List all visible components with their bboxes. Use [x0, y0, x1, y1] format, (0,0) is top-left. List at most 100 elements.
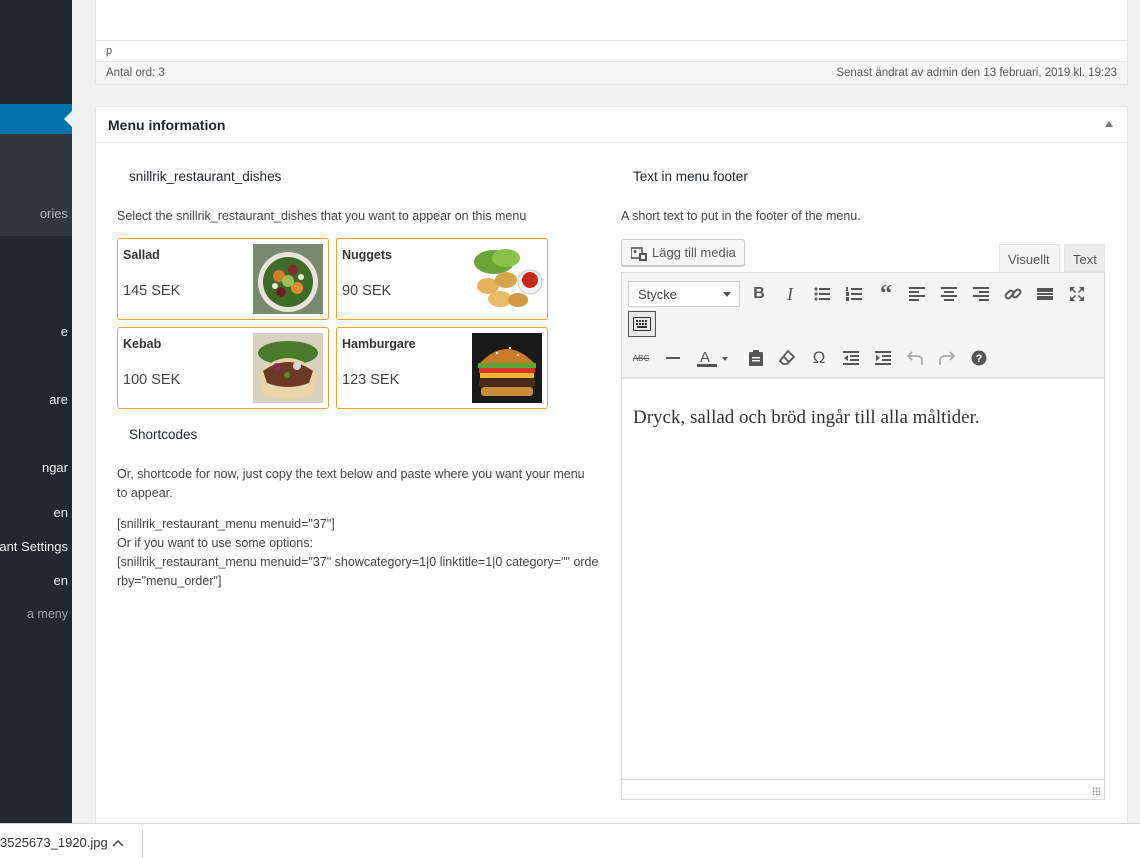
align-right-icon: [973, 287, 989, 301]
numbered-list-button[interactable]: [840, 280, 868, 308]
sidebar-item-4[interactable]: en: [54, 505, 68, 520]
chevron-down-icon: [723, 292, 731, 297]
strikethrough-button[interactable]: ABC: [627, 344, 655, 372]
read-more-button[interactable]: [1031, 280, 1059, 308]
chevron-up-icon[interactable]: [112, 835, 124, 850]
tab-text[interactable]: Text: [1064, 244, 1105, 272]
redo-icon: [939, 351, 955, 365]
shortcode-options-label: Or if you want to use some options:: [117, 536, 313, 550]
nuggets-image: [472, 244, 542, 314]
sidebar-item-2[interactable]: are: [49, 392, 68, 407]
undo-icon: [907, 351, 923, 365]
horizontal-line-button[interactable]: [659, 344, 687, 372]
text-color-icon: A: [697, 349, 728, 367]
editor-statusbar: [621, 780, 1105, 800]
salad-image: [253, 244, 323, 314]
editor-status-bar: Antal ord: 3 Senast ändrat av admin den …: [95, 61, 1128, 85]
quote-icon: “: [880, 280, 892, 307]
sidebar-item-6[interactable]: en: [54, 573, 68, 588]
editor-paragraph[interactable]: Dryck, sallad och bröd ingår till alla m…: [633, 407, 1093, 429]
indent-button[interactable]: [869, 344, 897, 372]
dish-name: Nuggets: [342, 248, 392, 262]
dish-name: Sallad: [123, 248, 160, 262]
add-media-button[interactable]: Lägg till media: [621, 239, 745, 266]
align-center-icon: [941, 287, 957, 301]
collapse-toggle-icon[interactable]: [1105, 121, 1113, 127]
format-select-value: Stycke: [638, 287, 678, 302]
media-icon: [630, 246, 647, 264]
redo-button[interactable]: [933, 344, 961, 372]
sidebar-item-1[interactable]: e: [61, 324, 68, 339]
bold-icon: B: [753, 285, 765, 302]
editor-path[interactable]: p: [106, 45, 112, 57]
indent-icon: [875, 351, 891, 365]
footer-text-editor[interactable]: Dryck, sallad och bröd ingår till alla m…: [621, 378, 1105, 780]
sidebar-item-restaurant-settings[interactable]: ant Settings: [0, 539, 68, 554]
resize-handle-icon[interactable]: [1092, 787, 1100, 795]
dish-name: Hamburgare: [342, 337, 416, 351]
add-media-label: Lägg till media: [652, 245, 736, 260]
dish-price: 145 SEK: [123, 283, 181, 299]
bullet-list-icon: [814, 287, 830, 301]
collapse-menu-link[interactable]: a meny: [27, 607, 68, 621]
kebab-image: [253, 333, 323, 403]
outdent-button[interactable]: [837, 344, 865, 372]
keyboard-icon: [633, 317, 651, 331]
undo-button[interactable]: [901, 344, 929, 372]
numbered-list-icon: [846, 287, 862, 301]
shortcodes-description: Or, shortcode for now, just copy the tex…: [117, 467, 585, 500]
dish-card-sallad[interactable]: Sallad 145 SEK: [117, 238, 329, 320]
dish-name: Kebab: [123, 337, 162, 351]
paste-as-text-button[interactable]: [742, 344, 770, 372]
text-color-button[interactable]: A: [691, 344, 735, 372]
editor-path-bar: p: [95, 40, 1128, 61]
shortcode-block: [snillrik_restaurant_menu menuid="37"] O…: [117, 515, 599, 591]
sidebar-item-3[interactable]: ngar: [42, 460, 68, 475]
dish-card-hamburgare[interactable]: Hamburgare 123 SEK: [336, 327, 548, 409]
help-icon: ?: [971, 350, 987, 366]
divider: [142, 830, 143, 858]
dish-card-nuggets[interactable]: Nuggets 90 SEK: [336, 238, 548, 320]
main-editor-content[interactable]: [95, 0, 1128, 40]
blockquote-button[interactable]: “: [872, 280, 900, 308]
italic-icon: I: [787, 283, 793, 304]
help-button[interactable]: ?: [965, 344, 993, 372]
clipboard-icon: [749, 350, 763, 366]
dish-price: 100 SEK: [123, 372, 181, 388]
fullscreen-button[interactable]: [1063, 280, 1091, 308]
shortcode-basic[interactable]: [snillrik_restaurant_menu menuid="37"]: [117, 515, 599, 534]
align-left-button[interactable]: [903, 280, 931, 308]
sidebar-active-item[interactable]: [0, 104, 72, 134]
horizontal-line-icon: [666, 357, 680, 359]
fullscreen-icon: [1070, 287, 1084, 301]
dishes-section-title: snillrik_restaurant_dishes: [129, 169, 282, 184]
strikethrough-icon: ABC: [632, 353, 650, 363]
insert-link-button[interactable]: [999, 280, 1027, 308]
dish-card-kebab[interactable]: Kebab 100 SEK: [117, 327, 329, 409]
outdent-icon: [843, 351, 859, 365]
eraser-icon: [779, 350, 795, 365]
bold-button[interactable]: B: [745, 280, 773, 308]
burger-image: [472, 333, 542, 403]
dishes-description: Select the snillrik_restaurant_dishes th…: [117, 209, 527, 223]
tab-visual[interactable]: Visuellt: [999, 244, 1060, 272]
svg-text:A: A: [700, 349, 710, 366]
align-center-button[interactable]: [935, 280, 963, 308]
download-filename[interactable]: 3525673_1920.jpg: [0, 835, 108, 850]
postbox-header[interactable]: Menu information: [96, 107, 1127, 143]
editor-toolbar: Stycke B I “ ABC A Ω ?: [621, 272, 1105, 378]
clear-formatting-button[interactable]: [773, 344, 801, 372]
postbox-title: Menu information: [108, 117, 226, 133]
svg-text:?: ?: [976, 353, 983, 365]
bullet-list-button[interactable]: [808, 280, 836, 308]
special-character-button[interactable]: Ω: [805, 344, 833, 372]
shortcode-with-options[interactable]: [snillrik_restaurant_menu menuid="37" sh…: [117, 553, 599, 591]
align-right-button[interactable]: [967, 280, 995, 308]
sidebar-item-categories[interactable]: ories: [40, 206, 68, 221]
dish-price: 123 SEK: [342, 372, 400, 388]
italic-button[interactable]: I: [776, 280, 804, 308]
last-edited: Senast ändrat av admin den 13 februari, …: [836, 67, 1117, 79]
omega-icon: Ω: [812, 348, 826, 367]
toolbar-toggle-button[interactable]: [628, 311, 656, 337]
format-select[interactable]: Stycke: [628, 281, 740, 307]
